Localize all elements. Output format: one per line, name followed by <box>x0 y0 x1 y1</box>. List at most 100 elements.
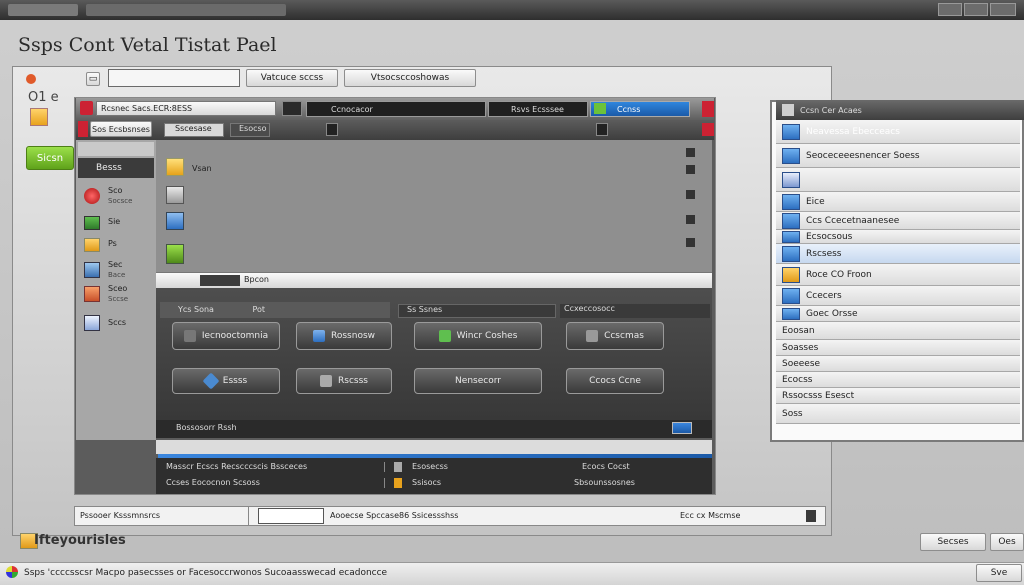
right-panel-row[interactable]: Ecsocsous <box>776 230 1020 244</box>
left-small-label: O1 e <box>28 90 59 105</box>
panel-button-6[interactable]: Rscsss <box>296 368 392 394</box>
panel-button-1[interactable]: Iecnooctomnia <box>172 322 280 350</box>
sidebar-item-1[interactable]: Sco Socsce <box>84 186 154 208</box>
storage-icon <box>320 375 333 387</box>
bottom-button-1[interactable]: Secses <box>920 533 986 551</box>
toolbar-input[interactable] <box>108 69 240 87</box>
toolbar-button-2[interactable]: Vtsocsccoshowas <box>344 69 476 87</box>
right-panel-row[interactable]: Rscsess <box>776 244 1020 264</box>
toolbar-close-icon[interactable] <box>702 123 714 136</box>
right-panel-row[interactable]: Neavessa Ebecceacs <box>776 120 1020 144</box>
toolbar-square-1[interactable] <box>326 123 338 136</box>
table-header <box>156 440 712 454</box>
sidebar-item-2[interactable]: Sie <box>84 214 154 234</box>
thumbnail-icon <box>782 147 800 164</box>
toolbar-red-icon <box>78 121 88 137</box>
scroll-marker-1[interactable] <box>686 148 695 157</box>
sidebar-item-6[interactable]: Sccs <box>84 314 154 334</box>
panel-tab-4[interactable]: Ccxeccosocc <box>560 304 710 318</box>
diamond-icon <box>202 372 220 390</box>
shortcut-icon <box>183 330 196 342</box>
sidebar-item-5[interactable]: Sceo Sccse <box>84 284 154 306</box>
dialog-app-icon <box>80 101 93 115</box>
dialog-title: Rcsnec Sacs.ECR:8ESS <box>96 101 276 116</box>
right-panel-row[interactable]: Soasses <box>776 340 1020 356</box>
thumbnail-icon <box>782 123 800 140</box>
right-panel-row[interactable]: Seoceceeesnencer Soess <box>776 144 1020 168</box>
status-center: Aooecse Spccase86 Ssicessshss <box>330 511 459 520</box>
scroll-marker-2[interactable] <box>686 165 695 174</box>
right-panel-row[interactable] <box>776 168 1020 192</box>
toolbar-square-2[interactable] <box>596 123 608 136</box>
panel-tab-3[interactable]: Ss Ssnes <box>398 304 556 318</box>
chart-list-icon[interactable] <box>166 244 184 264</box>
thumbnail-icon <box>782 193 800 210</box>
thumbnail-icon <box>782 266 800 283</box>
panel-button-4[interactable]: Ccscmas <box>566 322 664 350</box>
scroll-marker-3[interactable] <box>686 190 695 199</box>
row-divider <box>384 478 385 488</box>
bottom-logo: Ifteyourisles <box>34 533 126 548</box>
scroll-marker-4[interactable] <box>686 215 695 224</box>
right-panel-row[interactable]: Soss <box>776 404 1020 424</box>
tab-right-icon <box>594 103 606 114</box>
footer-blue-button[interactable] <box>672 422 692 434</box>
maximize-button[interactable] <box>964 3 988 16</box>
right-panel-row[interactable]: Goec Orsse <box>776 306 1020 322</box>
thumbnail-icon <box>782 171 800 188</box>
grid-icon <box>84 262 100 278</box>
right-panel-row[interactable]: Roce CO Froon <box>776 264 1020 286</box>
toolbar-tab-1[interactable]: Sos Ecsbsnses <box>90 121 152 137</box>
panel-button-2[interactable]: Rossnosw <box>296 322 392 350</box>
status-logo-icon <box>6 566 18 578</box>
sidebar-item-3[interactable]: Ps <box>84 236 154 256</box>
panel-button-3[interactable]: Wincr Coshes <box>414 322 542 350</box>
status-input[interactable] <box>258 508 324 524</box>
tab-center[interactable]: Ccnocacor <box>306 101 486 117</box>
folder-list-icon[interactable] <box>166 158 184 176</box>
sidebar-header-top <box>78 142 154 156</box>
green-action-button[interactable]: Sicsn <box>26 146 74 170</box>
top-bar-tabs[interactable] <box>8 4 78 16</box>
panel-button-7[interactable]: Nensecorr <box>414 368 542 394</box>
panel-tab-1[interactable]: Ycs Sona Pot <box>160 302 390 318</box>
thumbnail-icon <box>782 307 800 320</box>
thumbnail-icon <box>782 245 800 262</box>
toolbar-button-1[interactable]: Vatcuce sccss <box>246 69 338 87</box>
table-row[interactable]: Masscr Ecscs Recscccscis Bssceces Esosec… <box>158 460 710 474</box>
user-list-icon[interactable] <box>166 186 184 204</box>
dialog-nav-button[interactable] <box>282 101 302 116</box>
right-panel-row[interactable]: Ecocss <box>776 372 1020 388</box>
section-label-tag <box>200 275 240 286</box>
status-divider <box>248 507 249 525</box>
right-panel-row[interactable]: Eice <box>776 192 1020 212</box>
settings-icon <box>586 330 599 342</box>
right-panel-row[interactable]: Ccecers <box>776 286 1020 306</box>
bottom-status-right[interactable]: Sve <box>976 564 1022 582</box>
row-icon <box>394 462 402 472</box>
sidebar-item-4[interactable]: Sec Bace <box>84 260 154 282</box>
status-end-button[interactable] <box>806 510 816 522</box>
bottom-button-2[interactable]: Oes <box>990 533 1024 551</box>
menu-icon[interactable]: ▭ <box>86 72 100 86</box>
right-panel-row[interactable]: Rssocsss Esesct <box>776 388 1020 404</box>
warning-icon <box>84 286 100 302</box>
close-button[interactable] <box>990 3 1016 16</box>
right-panel-row[interactable]: Soeeese <box>776 356 1020 372</box>
table-row[interactable]: Ccses Eococnon Scsoss Ssisocs Sbsounssos… <box>158 476 710 490</box>
dialog-close-button[interactable] <box>702 101 714 117</box>
thumbnail-icon <box>782 230 800 243</box>
panel-button-5[interactable]: Essss <box>172 368 280 394</box>
panel-button-8[interactable]: Ccocs Ccne <box>566 368 664 394</box>
document-list-icon[interactable] <box>166 212 184 230</box>
sidebar-header: Besss <box>78 158 154 178</box>
minimize-button[interactable] <box>938 3 962 16</box>
top-bar-address[interactable] <box>86 4 286 16</box>
tab-right-1[interactable]: Rsvs Ecsssee <box>488 101 588 117</box>
folder-icon <box>84 238 100 252</box>
toolbar-tab-2[interactable]: Sscesase <box>164 123 224 137</box>
right-panel-row[interactable]: Ccs Ccecetnaanesee <box>776 212 1020 230</box>
scroll-marker-5[interactable] <box>686 238 695 247</box>
right-panel-row[interactable]: Eoosan <box>776 322 1020 340</box>
toolbar-tab-3[interactable]: Esocso <box>230 123 270 137</box>
